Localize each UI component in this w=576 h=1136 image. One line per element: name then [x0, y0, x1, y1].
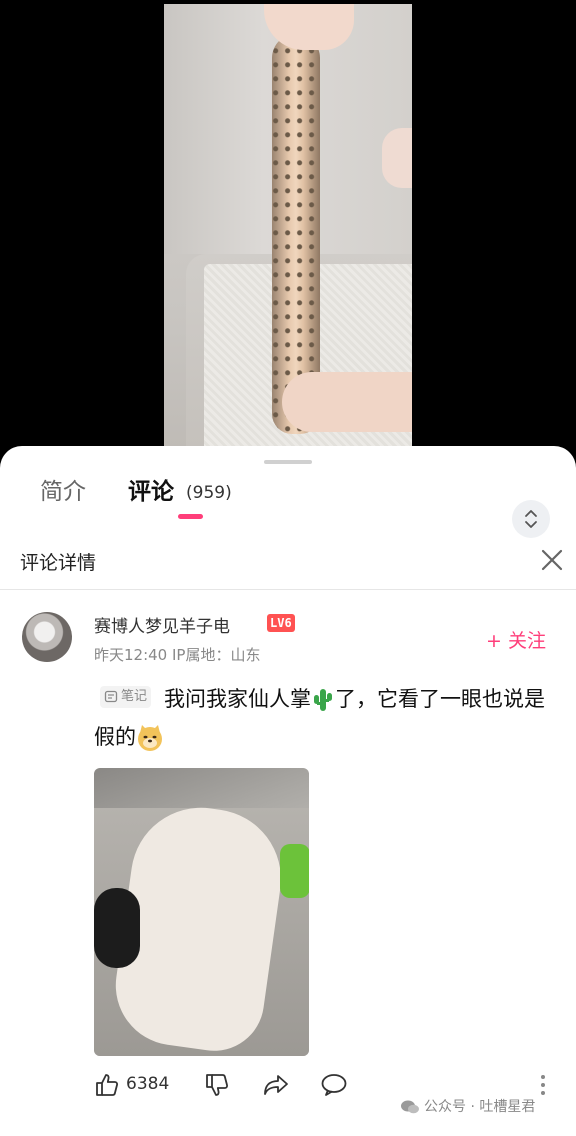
watermark: 公众号 · 吐槽星君 — [400, 1096, 535, 1116]
comment-text: 我问我家仙人掌 了，它看了一眼也说是假的 — [94, 680, 546, 756]
like-count: 6384 — [126, 1074, 170, 1094]
detail-title: 评论详情 — [20, 552, 97, 574]
thumbs-down-icon[interactable] — [204, 1072, 230, 1098]
expand-toggle-button[interactable] — [512, 500, 550, 538]
level-badge: LV6 — [267, 614, 295, 632]
person-face — [382, 128, 412, 188]
comment-panel: 简介 评论 (959) 评论详情 赛博人梦见羊子电 LV6 昨天12:40 IP… — [0, 446, 576, 1136]
note-tag: 笔记 — [100, 686, 152, 708]
watermark-text: 公众号 · 吐槽星君 — [424, 1099, 536, 1115]
share-icon[interactable] — [262, 1072, 290, 1098]
thumbs-up-icon[interactable] — [94, 1072, 120, 1098]
comments-count: (959) — [186, 483, 232, 503]
close-icon[interactable] — [538, 546, 566, 574]
follow-button[interactable]: + 关注 — [486, 626, 546, 653]
tab-bar: 简介 评论 (959) — [0, 474, 576, 538]
note-icon — [104, 690, 118, 703]
comment-image[interactable] — [94, 768, 309, 1056]
tab-intro[interactable]: 简介 — [40, 474, 86, 510]
more-vertical-icon[interactable] — [536, 1072, 550, 1098]
comment-meta: 昨天12:40 IP属地：山东 — [94, 646, 261, 664]
active-tab-indicator — [178, 514, 203, 519]
divider — [0, 589, 576, 590]
hand-bottom — [282, 372, 412, 432]
comment-text-part1: 我问我家仙人掌 — [164, 687, 311, 711]
wechat-icon — [401, 1100, 419, 1114]
drag-handle[interactable] — [264, 460, 312, 464]
cactus-emoji-icon — [314, 689, 332, 711]
tab-comments[interactable]: 评论 — [128, 474, 174, 510]
avatar[interactable] — [22, 612, 72, 662]
comment-bubble-icon[interactable] — [320, 1072, 348, 1098]
note-tag-label: 笔记 — [121, 689, 148, 704]
image-mouse — [94, 888, 140, 968]
video-player[interactable] — [0, 0, 576, 448]
image-can — [280, 844, 309, 898]
username[interactable]: 赛博人梦见羊子电 — [94, 612, 230, 637]
detail-header: 评论详情 — [0, 536, 576, 590]
doge-emoji-icon — [138, 725, 162, 751]
video-frame — [164, 4, 412, 448]
chevron-up-down-icon — [525, 510, 537, 528]
